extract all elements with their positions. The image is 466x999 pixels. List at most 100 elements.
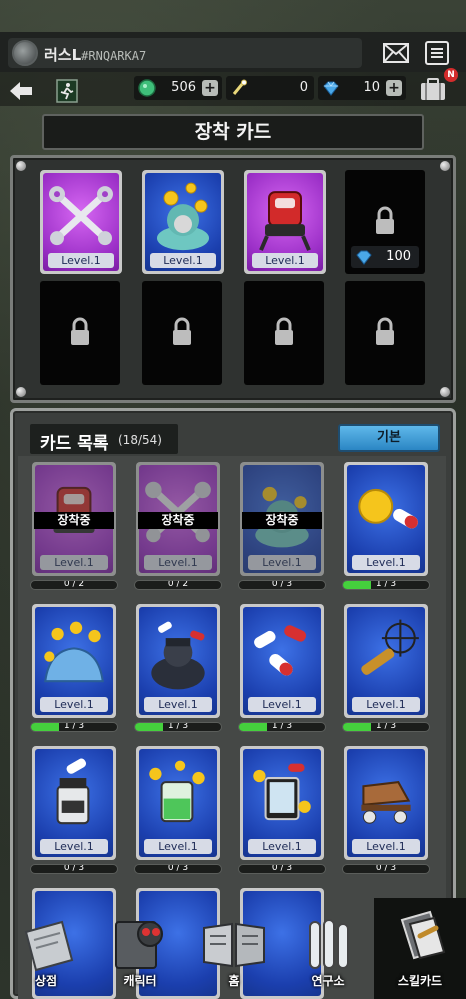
nav-shop[interactable]: 상점 [0, 898, 92, 999]
locked-slot [244, 281, 324, 385]
key-icon [232, 79, 247, 95]
skate-card-art [361, 781, 411, 824]
card-level: Level.1 [144, 839, 212, 854]
inventory-bag-icon[interactable] [418, 76, 448, 102]
card-item-tablet[interactable]: Level.1 [240, 746, 324, 860]
card-level: Level.1 [40, 839, 108, 854]
card-level: Level.1 [150, 253, 216, 268]
card-item-bottle[interactable]: Level.1 [32, 746, 116, 860]
card-item-bullet[interactable]: Level.1 [344, 604, 428, 718]
progress-text: 1 / 3 [375, 722, 397, 731]
equipped-card-slot-3[interactable]: Level.1 [244, 170, 326, 274]
nav-skillcard[interactable]: 스킬카드 [374, 898, 466, 999]
card-progress-bar: 1 / 3 [342, 580, 430, 590]
card-list-header: 카드 목록 (18/54) [30, 424, 178, 454]
card-level: Level.1 [144, 555, 212, 570]
lock-icon [275, 317, 293, 345]
player-nickname: 러스L [44, 46, 82, 64]
avatar[interactable] [12, 40, 38, 66]
card-progress-bar: 0 / 3 [342, 864, 430, 874]
nav-home-label: 홈 [228, 974, 240, 988]
nav-lab[interactable]: 연구소 [282, 898, 374, 999]
green-gem-value: 506 [171, 80, 196, 95]
rivet [16, 387, 26, 397]
card-progress-bar: 0 / 3 [238, 580, 326, 590]
lock-icon [173, 317, 191, 345]
card-item-coin-pill[interactable]: Level.1 [344, 462, 428, 576]
card-item-brute[interactable]: Level.1 [136, 604, 220, 718]
mail-icon[interactable] [381, 39, 411, 67]
progress-text: 0 / 3 [271, 864, 293, 873]
blue-gem-value: 10 [363, 80, 380, 95]
progress-text: 0 / 2 [167, 580, 189, 589]
rivet [440, 387, 450, 397]
cleaner-card-art [157, 182, 209, 251]
sort-button[interactable]: 기본 [338, 424, 440, 452]
card-item-blob[interactable]: Level.1 [32, 604, 116, 718]
card-level: Level.1 [40, 697, 108, 712]
lock-icon [376, 206, 394, 234]
progress-text: 0 / 3 [271, 580, 293, 589]
rivet [440, 161, 450, 171]
progress-text: 1 / 3 [375, 580, 397, 589]
exit-icon[interactable] [56, 79, 78, 103]
bottle-card-art [56, 758, 90, 825]
equip-slot-unlock[interactable]: 100 [345, 170, 425, 274]
progress-text: 0 / 3 [63, 864, 85, 873]
resource-key[interactable]: 0 [226, 76, 314, 100]
card-progress-bar: 0 / 2 [30, 580, 118, 590]
menu-icon[interactable] [422, 39, 452, 67]
equipped-card-slot-2[interactable]: Level.1 [142, 170, 224, 274]
nav-shop-label: 상점 [34, 974, 58, 988]
card-level: Level.1 [352, 555, 420, 570]
card-progress-bar: 0 / 3 [238, 864, 326, 874]
unlock-cost: 100 [351, 246, 419, 268]
green-gem-icon [138, 79, 156, 97]
equipped-card-slot-1[interactable]: Level.1 [40, 170, 122, 274]
progress-text: 1 / 3 [167, 722, 189, 731]
card-level: Level.1 [144, 697, 212, 712]
blue-gem-icon [356, 250, 372, 265]
player-name: 러스L#RNQARKA7 [44, 44, 146, 65]
add-blue-gem-button[interactable]: + [386, 80, 402, 96]
locked-slot [142, 281, 222, 385]
add-green-gem-button[interactable]: + [202, 80, 218, 96]
locked-slot [345, 281, 425, 385]
brute-card-art [151, 621, 205, 690]
nav-character[interactable]: 캐릭터 [94, 898, 186, 999]
nav-character-label: 캐릭터 [123, 974, 157, 988]
equipped-label: 장착중 [138, 512, 218, 529]
character-icon [115, 921, 163, 969]
card-item-pills[interactable]: Level.1 [240, 604, 324, 718]
card-level: Level.1 [352, 697, 420, 712]
locked-slot [40, 281, 120, 385]
bottom-nav: 상점 캐릭터 홈 연구소 스킬카드 [0, 898, 466, 999]
lock-icon [376, 317, 394, 345]
player-tag: #RNQARKA7 [81, 49, 147, 63]
blob-card-art [44, 621, 104, 683]
pills-card-art [254, 625, 307, 676]
lab-icon [309, 919, 349, 969]
card-level: Level.1 [40, 555, 108, 570]
card-item-skate[interactable]: Level.1 [344, 746, 428, 860]
card-progress-bar: 1 / 3 [30, 722, 118, 732]
back-arrow-icon[interactable] [8, 80, 34, 102]
nav-home[interactable]: 홈 [188, 898, 280, 999]
resource-green-gem[interactable]: 506 + [134, 76, 222, 100]
lock-icon [71, 317, 89, 345]
equipped-label: 장착중 [34, 512, 114, 529]
equipped-label: 장착중 [242, 512, 322, 529]
card-level: Level.1 [248, 555, 316, 570]
unlock-cost-value: 100 [386, 249, 411, 264]
page-title: 장착 카드 [42, 114, 424, 150]
wrench-card-art [49, 186, 113, 246]
progress-text: 1 / 3 [63, 722, 85, 731]
card-item-iv-bag[interactable]: Level.1 [136, 746, 220, 860]
rivet [16, 161, 26, 171]
tablet-card-art [253, 763, 311, 821]
card-level: Level.1 [252, 253, 318, 268]
new-badge: N [444, 68, 458, 82]
nav-lab-label: 연구소 [311, 974, 345, 988]
resource-blue-gem[interactable]: 10 + [318, 76, 406, 100]
progress-text: 0 / 3 [375, 864, 397, 873]
